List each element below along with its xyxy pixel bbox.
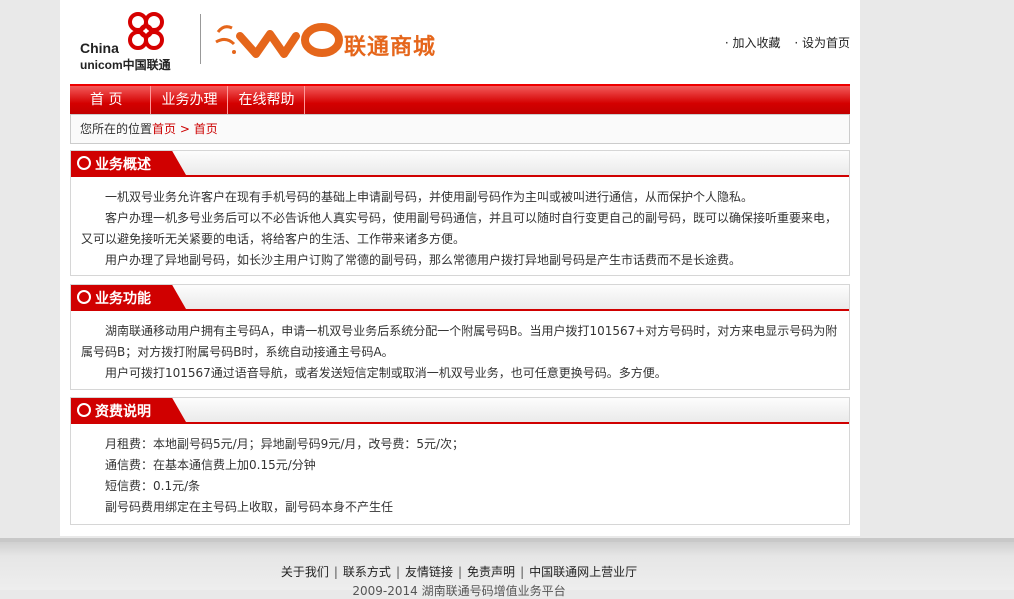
section-overview: 业务概述 一机双号业务允许客户在现有手机号码的基础上申请副号码，并使用副号码作为… (70, 150, 850, 276)
breadcrumb-trail: > 首页 (179, 122, 218, 136)
mall-title: 联通商城 (344, 35, 437, 60)
page-container: China unicom中国联通 联通商城 · 加入收藏 · 设为首页 首 页 … (60, 0, 860, 536)
footer-link-disclaimer[interactable]: 免责声明 (467, 565, 515, 579)
footer-link-about[interactable]: 关于我们 (281, 565, 329, 579)
footer: 关于我们 | 联系方式 | 友情链接 | 免责声明 | 中国联通网上营业厅 2009-2014 … (0, 538, 1014, 598)
paragraph: 客户办理一机多号业务后可以不必告诉他人真实号码，使用副号码通信，并且可以随时自行… (81, 211, 838, 246)
section-title: 业务功能 (95, 291, 151, 307)
wo-brand-icon (215, 23, 343, 58)
footer-separator: | (395, 565, 400, 579)
paragraph: 月租费：本地副号码5元/月；异地副号码9元/月，改号费：5元/次； (105, 437, 465, 451)
paragraph: 用户办理了异地副号码，如长沙主用户订购了常德的副号码，那么常德用户拨打异地副号码… (105, 253, 742, 267)
china-unicom-logo[interactable]: China unicom中国联通 (80, 10, 190, 72)
bullet-circle-icon (77, 403, 91, 417)
section-header: 资费说明 (71, 398, 849, 424)
bullet-circle-icon (77, 156, 91, 170)
top-links: · 加入收藏 · 设为首页 (715, 34, 850, 51)
footer-links: 关于我们 | 联系方式 | 友情链接 | 免责声明 | 中国联通网上营业厅 (0, 563, 918, 580)
footer-link-contact[interactable]: 联系方式 (343, 565, 391, 579)
section-body: 一机双号业务允许客户在现有手机号码的基础上申请副号码，并使用副号码作为主叫或被叫… (71, 177, 849, 277)
set-homepage-link[interactable]: · 设为首页 (794, 36, 850, 50)
section-title: 资费说明 (95, 404, 151, 420)
section-fees: 资费说明 月租费：本地副号码5元/月；异地副号码9元/月，改号费：5元/次； 通… (70, 397, 850, 525)
footer-copyright: 2009-2014 湖南联通号码增值业务平台 (352, 584, 566, 598)
paragraph: 用户可拨打101567通过语音导航，或者发送短信定制或取消一机双号业务，也可任意… (105, 366, 667, 380)
logo-text-unicom: unicom中国联通 (80, 58, 171, 72)
paragraph: 通信费：在基本通信费上加0.15元/分钟 (105, 458, 316, 472)
bullet-circle-icon (77, 290, 91, 304)
footer-link-friends[interactable]: 友情链接 (405, 565, 453, 579)
section-features: 业务功能 湖南联通移动用户拥有主号码A，申请一机双号业务后系统分配一个附属号码B… (70, 284, 850, 390)
nav-item-help[interactable]: 在线帮助 (228, 86, 306, 115)
breadcrumb: 您所在的位置首页 > 首页 (70, 114, 850, 144)
section-header: 业务功能 (71, 285, 849, 311)
paragraph: 湖南联通移动用户拥有主号码A，申请一机双号业务后系统分配一个附属号码B。当用户拨… (81, 324, 838, 359)
section-body: 湖南联通移动用户拥有主号码A，申请一机双号业务后系统分配一个附属号码B。当用户拨… (71, 311, 849, 390)
nav-item-home[interactable]: 首 页 (70, 86, 152, 115)
add-favorite-link[interactable]: · 加入收藏 (725, 36, 781, 50)
footer-separator: | (520, 565, 525, 579)
logo-divider (200, 14, 201, 64)
section-body: 月租费：本地副号码5元/月；异地副号码9元/月，改号费：5元/次； 通信费：在基… (71, 424, 849, 524)
footer-link-online-hall[interactable]: 中国联通网上营业厅 (529, 565, 637, 579)
header: China unicom中国联通 联通商城 · 加入收藏 · 设为首页 (60, 0, 860, 84)
paragraph: 副号码费用绑定在主号码上收取，副号码本身不产生任 (105, 500, 394, 514)
breadcrumb-lead: 您所在的位置 (80, 122, 153, 136)
nav-item-business[interactable]: 业务办理 (151, 86, 229, 115)
section-title: 业务概述 (95, 157, 151, 173)
footer-separator: | (458, 565, 463, 579)
paragraph: 一机双号业务允许客户在现有手机号码的基础上申请副号码，并使用副号码作为主叫或被叫… (105, 190, 754, 204)
main-nav: 首 页 业务办理 在线帮助 (70, 84, 850, 115)
unicom-knot-icon (128, 12, 164, 50)
breadcrumb-current-link[interactable]: 首页 (152, 122, 176, 136)
section-header: 业务概述 (71, 151, 849, 177)
paragraph: 短信费：0.1元/条 (105, 479, 201, 493)
logo-text-china: China (80, 40, 119, 56)
footer-separator: | (333, 565, 338, 579)
